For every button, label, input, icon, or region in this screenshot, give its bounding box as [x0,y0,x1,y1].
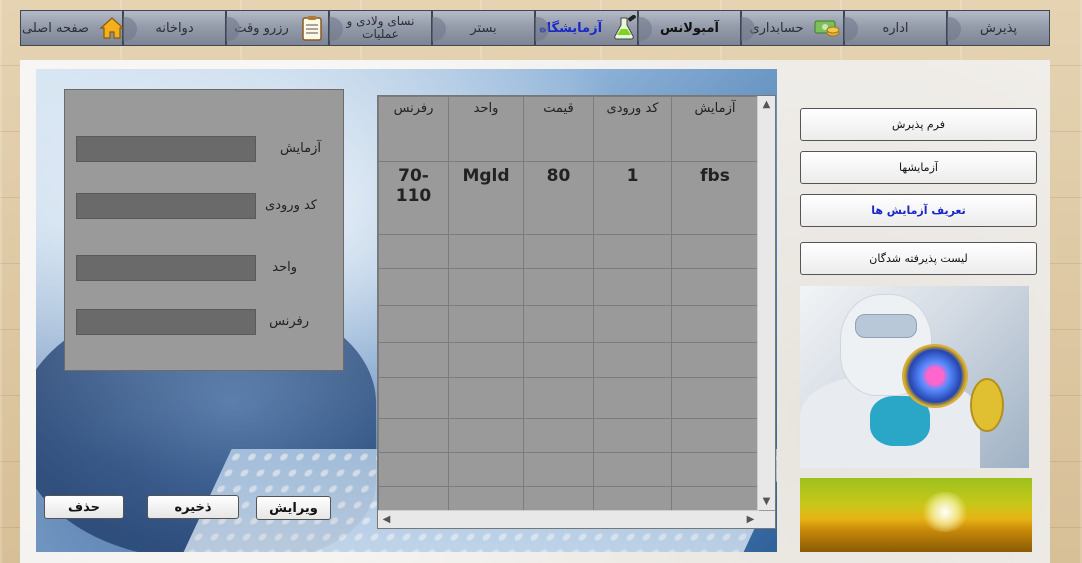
table-row-empty [378,342,759,378]
code-label: کد ورودی [265,198,317,213]
vertical-scrollbar[interactable]: ▲ ▼ [757,96,775,510]
table-header-row: رفرنس واحد قیمت کد ورودی آزمایش [378,96,759,162]
nav-item-appointment[interactable]: رزرو وقت [226,10,329,46]
horizontal-scrollbar[interactable]: ◀ ▶ [378,510,759,528]
nav-item-home[interactable]: صفحه اصلی [20,10,125,46]
nav-item-ambulance[interactable]: آمبولانس [638,10,741,46]
unit-label: واحد [272,260,297,275]
decorative-banner-image [800,478,1032,552]
table-row[interactable]: 70- 110 Mgld 80 1 fbs [378,161,759,235]
table-row-empty [378,268,759,306]
scroll-right-icon[interactable]: ▶ [742,511,759,528]
nav-item-label: دواخانه [155,20,194,36]
money-icon [814,15,840,41]
form-row-code: کد ورودی [65,193,345,221]
top-nav-bar: پذیرش اداره حسابداری آمبولانس آزمایشگاه … [20,10,1050,48]
nav-separator [638,17,652,41]
tests-table: رفرنس واحد قیمت کد ورودی آزمایش 70- 110 … [378,96,759,528]
tests-button[interactable]: آزمایشها [800,151,1037,184]
form-row-unit: واحد [65,255,345,283]
photo-petri-dish-shape [970,378,1004,432]
nav-item-label: پذیرش [979,20,1018,36]
table-row-empty [378,234,759,269]
scroll-up-icon[interactable]: ▲ [758,96,775,113]
table-row-empty [378,418,759,453]
nav-item-label: صفحه اصلی [22,20,89,36]
column-header-price[interactable]: قیمت [523,96,594,162]
code-input[interactable] [76,193,256,219]
admitted-list-button[interactable]: لیست پذیرفته شدگان [800,242,1037,275]
scroll-down-icon[interactable]: ▼ [758,493,775,510]
nav-item-maternity-surgery[interactable]: نسای ولادی و عملیات [329,10,432,46]
main-panel: آزمایش کد ورودی واحد رفرنس ویرایش ذخیره … [20,60,1050,563]
delete-button[interactable]: حذف [44,495,124,519]
banner-light-burst [920,492,970,532]
cell-test[interactable]: fbs [671,161,759,235]
table-row-empty [378,452,759,487]
nav-item-administration[interactable]: اداره [844,10,947,46]
nav-item-label: آمبولانس [660,20,719,36]
test-input[interactable] [76,136,256,162]
photo-goggle-shape [855,314,917,338]
table-row-empty [378,305,759,343]
photo-petri-dish-shape [902,344,968,408]
lab-background-image: آزمایش کد ورودی واحد رفرنس ویرایش ذخیره … [36,69,777,552]
nav-item-accounting[interactable]: حسابداری [741,10,844,46]
table-row-empty [378,377,759,419]
lab-flask-icon [612,15,638,41]
home-icon [99,15,125,41]
column-header-unit[interactable]: واحد [448,96,524,162]
test-label: آزمایش [279,141,321,156]
nav-item-label: بستر [470,20,497,36]
reference-input[interactable] [76,309,256,335]
nav-separator [432,17,446,41]
tests-grid[interactable]: رفرنس واحد قیمت کد ورودی آزمایش 70- 110 … [377,95,776,529]
reception-form-button[interactable]: فرم پذیرش [800,108,1037,141]
notepad-icon [299,15,325,41]
scroll-left-icon[interactable]: ◀ [378,511,395,528]
nav-separator [947,17,961,41]
nav-separator [844,17,858,41]
nav-item-reception[interactable]: پذیرش [947,10,1050,46]
scroll-corner [758,511,775,528]
nav-item-inpatient[interactable]: بستر [432,10,535,46]
column-header-reference[interactable]: رفرنس [378,96,449,162]
nav-separator [123,17,137,41]
edit-button[interactable]: ویرایش [256,496,331,520]
form-row-test: آزمایش [65,136,345,164]
column-header-test[interactable]: آزمایش [671,96,759,162]
save-button[interactable]: ذخیره [147,495,239,519]
form-row-reference: رفرنس [65,309,345,337]
reference-label: رفرنس [269,314,309,329]
cell-price[interactable]: 80 [523,161,594,235]
cell-code[interactable]: 1 [593,161,672,235]
cell-reference[interactable]: 70- 110 [378,161,449,235]
nav-item-laboratory[interactable]: آزمایشگاه [535,10,638,46]
column-header-code[interactable]: کد ورودی [593,96,672,162]
define-tests-button[interactable]: تعریف آزمایش ها [800,194,1037,227]
nav-item-label: اداره [882,20,909,36]
cell-unit[interactable]: Mgld [448,161,524,235]
test-form: آزمایش کد ورودی واحد رفرنس [64,89,344,371]
nav-item-label: نسای ولادی و عملیات [346,14,415,41]
scientist-image [800,286,1029,468]
unit-input[interactable] [76,255,256,281]
nav-item-pharmacy[interactable]: دواخانه [123,10,226,46]
